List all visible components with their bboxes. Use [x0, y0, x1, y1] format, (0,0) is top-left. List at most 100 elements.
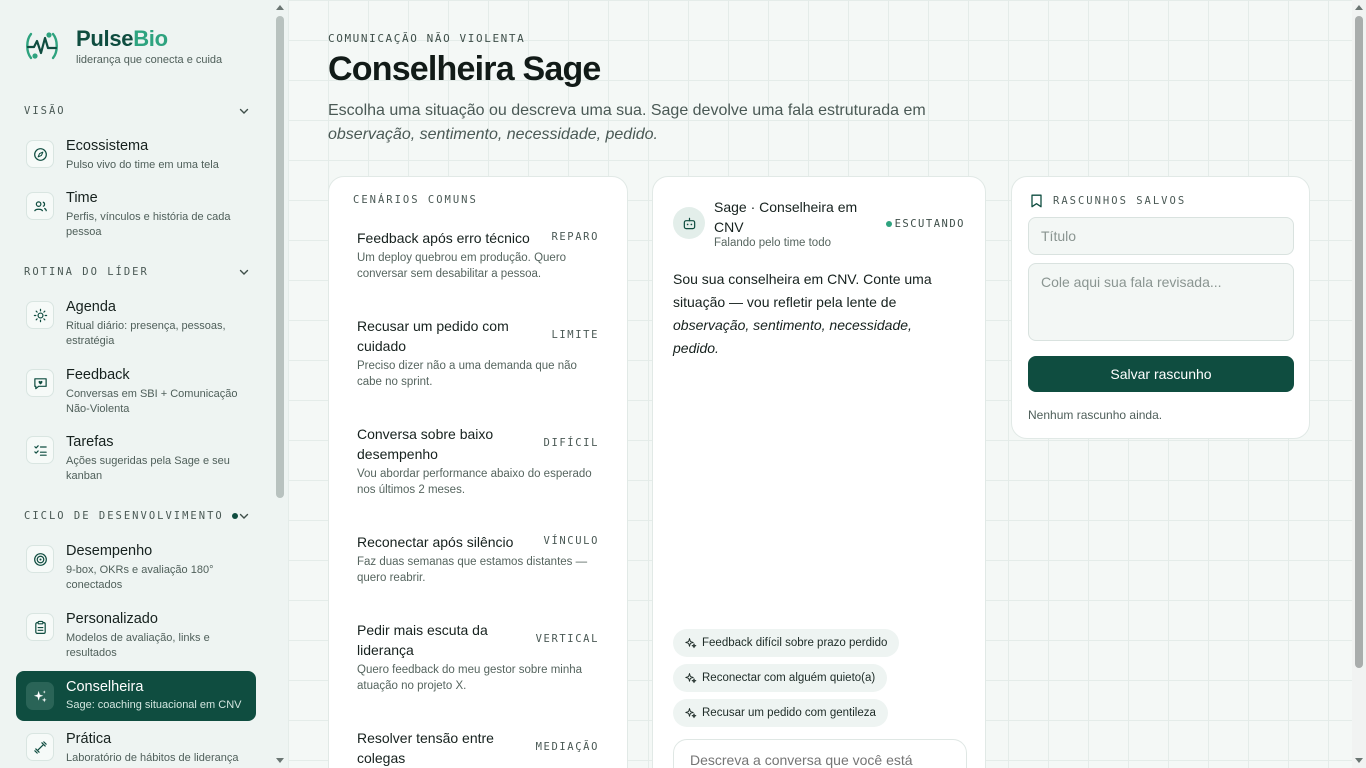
scrollbar-thumb[interactable] — [276, 16, 284, 498]
scroll-down-arrow-icon[interactable] — [276, 758, 284, 763]
scenario-tag: VERTICAL — [535, 633, 599, 645]
scenario-desc: Um deploy quebrou em produção. Quero con… — [357, 252, 567, 280]
scenario-title: Recusar um pedido com cuidado — [357, 318, 509, 354]
section-header-visao[interactable]: VISÃO — [24, 105, 250, 117]
sidebar-item-conselheira[interactable]: Conselheira Sage: coaching situacional e… — [16, 671, 256, 721]
avatar — [673, 207, 705, 239]
chat-card: Sage · Conselheira em CNV Falando pelo t… — [652, 176, 986, 768]
sidebar-item-subtitle: Laboratório de hábitos de liderança — [66, 752, 239, 764]
brand-name: PulseBio — [76, 26, 168, 51]
sparkles-icon — [26, 682, 54, 710]
suggestion-chip[interactable]: Feedback difícil sobre prazo perdido — [673, 629, 900, 657]
scenario-item[interactable]: Pedir mais escuta da liderança VERTICAL … — [357, 620, 599, 694]
drafts-heading: RASCUNHOS SALVOS — [1030, 194, 1186, 208]
scenarios-heading: CENÁRIOS COMUNS — [353, 194, 478, 206]
main-content: COMUNICAÇÃO NÃO VIOLENTA Conselheira Sag… — [288, 0, 1352, 768]
scenario-title: Pedir mais escuta da liderança — [357, 622, 488, 658]
target-icon — [26, 545, 54, 573]
sidebar-item-title: Agenda — [66, 299, 116, 315]
chat-agent-name: Sage · Conselheira em CNV — [714, 199, 858, 235]
sidebar-item-subtitle: Modelos de avaliação, links e resultados — [66, 632, 210, 659]
scenario-desc: Quero feedback do meu gestor sobre minha… — [357, 664, 583, 692]
scroll-down-arrow-icon[interactable] — [1355, 758, 1363, 763]
sun-icon — [26, 301, 54, 329]
page-description: Escolha uma situação ou descreva uma sua… — [328, 102, 926, 143]
scenario-item[interactable]: Recusar um pedido com cuidado LIMITE Pre… — [357, 316, 599, 390]
sidebar-item-agenda[interactable]: Agenda Ritual diário: presença, pessoas,… — [16, 299, 256, 351]
drafts-empty-text: Nenhum rascunho ainda. — [1028, 408, 1163, 422]
status-dot — [885, 221, 892, 227]
message-heart-icon — [26, 369, 54, 397]
sidebar-item-subtitle: Conversas em SBI + Comunicação Não-Viole… — [66, 388, 238, 415]
sparkles-icon — [685, 638, 697, 649]
scenario-desc: Vou abordar performance abaixo do espera… — [357, 468, 592, 496]
sidebar-item-time[interactable]: Time Perfis, vínculos e história de cada… — [16, 190, 256, 242]
suggestion-chip[interactable]: Reconectar com alguém quieto(a) — [673, 664, 888, 692]
scenario-title: Conversa sobre baixo desempenho — [357, 426, 494, 462]
checklist-icon — [26, 436, 54, 464]
dumbbell-icon — [26, 733, 54, 761]
bookmark-icon — [1031, 194, 1042, 208]
scenario-tag: DIFÍCIL — [543, 437, 599, 449]
users-icon — [26, 192, 54, 220]
sidebar-item-subtitle: Ações sugeridas pela Sage e seu kanban — [66, 455, 230, 482]
sidebar-item-desempenho[interactable]: Desempenho 9-box, OKRs e avaliação 180° … — [16, 543, 256, 595]
scenario-desc: Faz duas semanas que estamos distantes —… — [357, 556, 588, 584]
sidebar-item-subtitle: 9-box, OKRs e avaliação 180° conectados — [66, 564, 214, 591]
status-badge: ESCUTANDO — [885, 218, 965, 230]
scenario-item[interactable]: Resolver tensão entre colegas MEDIAÇÃO — [357, 728, 599, 768]
drafts-card: RASCUNHOS SALVOS Salvar rascunho Nenhum … — [1011, 176, 1310, 439]
sidebar-item-title: Tarefas — [66, 434, 114, 450]
sidebar-item-pratica[interactable]: Prática Laboratório de hábitos de lidera… — [16, 731, 256, 768]
scenario-tag: LIMITE — [551, 329, 599, 341]
scenario-item[interactable]: Feedback após erro técnico REPARO Um dep… — [357, 228, 599, 282]
sidebar-item-feedback[interactable]: Feedback Conversas em SBI + Comunicação … — [16, 367, 256, 419]
scrollbar-thumb[interactable] — [1355, 16, 1363, 668]
sidebar-item-title: Ecossistema — [66, 138, 149, 154]
sidebar-item-title: Time — [66, 190, 98, 206]
chevron-down-icon — [239, 108, 249, 114]
section-header-rotina[interactable]: ROTINA DO LÍDER — [24, 266, 250, 278]
scenario-desc: Preciso dizer não a uma demanda que não … — [357, 360, 577, 388]
sidebar-item-title: Feedback — [66, 367, 130, 383]
section-indicator-dot — [231, 513, 238, 519]
scenario-item[interactable]: Conversa sobre baixo desempenho DIFÍCIL … — [357, 424, 599, 498]
chevron-down-icon — [239, 513, 249, 519]
chat-input[interactable] — [673, 739, 967, 768]
scenario-title: Resolver tensão entre colegas — [357, 730, 494, 766]
chevron-down-icon — [239, 269, 249, 275]
sidebar-scrollbar[interactable] — [272, 0, 288, 768]
draft-body-input[interactable] — [1028, 263, 1294, 341]
sidebar-item-subtitle: Sage: coaching situacional em CNV — [66, 699, 242, 711]
sidebar-item-tarefas[interactable]: Tarefas Ações sugeridas pela Sage e seu … — [16, 434, 256, 486]
section-header-ciclo[interactable]: CICLO DE DESENVOLVIMENTO — [24, 510, 250, 522]
compass-icon — [26, 140, 54, 168]
sidebar-item-personalizado[interactable]: Personalizado Modelos de avaliação, link… — [16, 611, 256, 663]
scenario-item[interactable]: Reconectar após silêncio VÍNCULO Faz dua… — [357, 532, 599, 586]
scenarios-card: CENÁRIOS COMUNS Feedback após erro técni… — [328, 176, 628, 768]
scroll-up-arrow-icon[interactable] — [276, 5, 284, 10]
chat-agent-subtitle: Falando pelo time todo — [714, 237, 831, 249]
suggestion-chip[interactable]: Recusar um pedido com gentileza — [673, 699, 888, 727]
save-draft-button[interactable]: Salvar rascunho — [1028, 356, 1294, 392]
brand[interactable]: PulseBio liderança que conecta e cuida — [22, 26, 222, 66]
sidebar: PulseBio liderança que conecta e cuida V… — [0, 0, 288, 768]
scroll-up-arrow-icon[interactable] — [1355, 5, 1363, 10]
sidebar-item-title: Conselheira — [66, 679, 144, 695]
sidebar-item-ecossistema[interactable]: Ecossistema Pulso vivo do time em uma te… — [16, 138, 256, 178]
sidebar-item-title: Prática — [66, 731, 112, 747]
brand-tagline: liderança que conecta e cuida — [76, 54, 223, 66]
main-scrollbar[interactable] — [1352, 0, 1366, 768]
sidebar-item-title: Desempenho — [66, 543, 153, 559]
scenario-title: Feedback após erro técnico — [357, 230, 530, 246]
page-title: Conselheira Sage — [328, 50, 601, 88]
sidebar-item-title: Personalizado — [66, 611, 158, 627]
page-eyebrow: COMUNICAÇÃO NÃO VIOLENTA — [328, 32, 526, 45]
chat-message: Sou sua conselheira em CNV. Conte uma si… — [673, 271, 932, 356]
scenario-tag: VÍNCULO — [543, 535, 599, 547]
clipboard-icon — [26, 613, 54, 641]
draft-title-input[interactable] — [1028, 217, 1294, 255]
sidebar-item-subtitle: Pulso vivo do time em uma tela — [66, 159, 219, 171]
sparkles-icon — [685, 673, 697, 684]
scenario-tag: REPARO — [551, 231, 599, 243]
